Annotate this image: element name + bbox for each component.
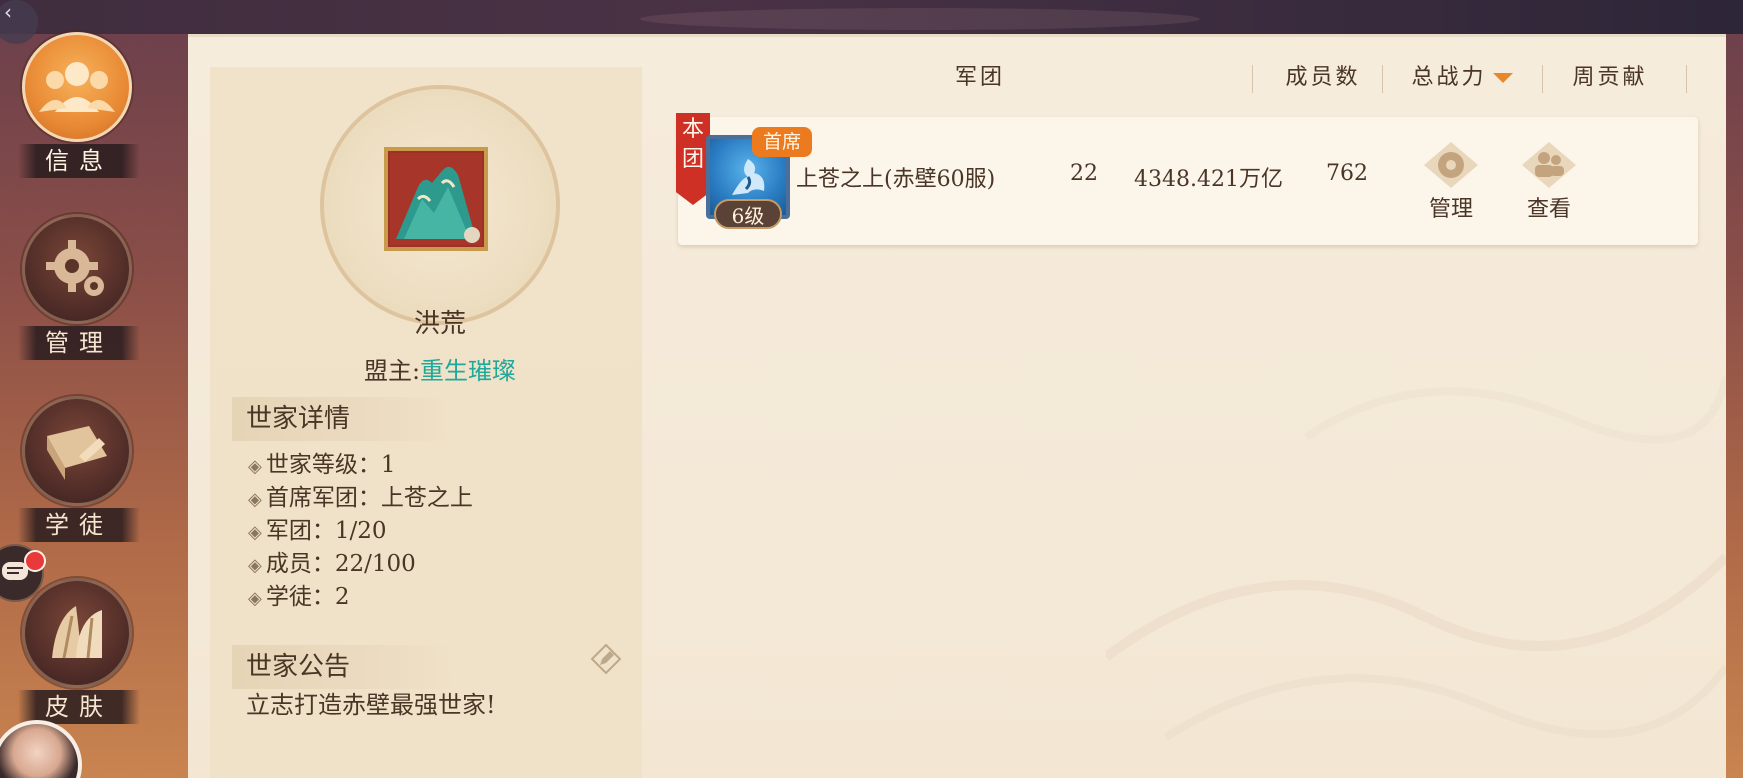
- legion-table-header: 军团 成员数 总战力 周贡献: [620, 57, 1720, 99]
- nav-label-skin: 皮肤: [18, 690, 140, 724]
- diamond-bullet-icon: ◈: [248, 555, 262, 576]
- members-icon: [22, 32, 132, 142]
- own-legion-tag: 本团: [676, 113, 710, 205]
- fan-icon: [22, 578, 132, 688]
- gear-icon: [1423, 141, 1479, 189]
- detail-legions: 军团：1/20: [265, 518, 387, 544]
- header-divider: [1686, 65, 1687, 93]
- detail-row: ◈ 军团：1/20: [248, 515, 608, 548]
- clan-name: 洪荒: [413, 309, 466, 339]
- legion-weekly: 762: [1326, 161, 1368, 186]
- diamond-bullet-icon: ◈: [248, 522, 262, 543]
- header-power-label: 总战力: [1411, 65, 1487, 90]
- nav-label-manage: 管理: [18, 326, 140, 360]
- detail-chief-legion: 首席军团：上苍之上: [265, 485, 473, 511]
- clan-info-panel: 洪荒 盟主:重生璀璨 世家详情 ◈ 世家等级：1 ◈ 首席军团：上苍之上 ◈ 军团：1…: [188, 34, 1726, 778]
- edit-notice-icon[interactable]: [588, 641, 624, 677]
- detail-members: 成员：22/100: [265, 551, 416, 577]
- table-row[interactable]: 本团 首席 6级 上苍之上(赤壁60服) 22 4348.421万亿 762 管…: [676, 113, 1698, 245]
- notice-text: 立志打造赤壁最强世家!: [246, 691, 496, 719]
- header-weekly[interactable]: 周贡献: [1550, 57, 1670, 99]
- view-legion-button[interactable]: 查看: [1514, 141, 1584, 222]
- details-list: ◈ 世家等级：1 ◈ 首席军团：上苍之上 ◈ 军团：1/20 ◈ 成员：22/100 ◈…: [248, 449, 608, 614]
- nav-item-skin[interactable]: 皮肤: [14, 578, 140, 728]
- view-label: 查看: [1526, 197, 1571, 222]
- leader-name[interactable]: 重生璀璨: [420, 357, 516, 385]
- detail-clan-level: 世家等级：1: [265, 452, 396, 478]
- header-divider: [1542, 65, 1543, 93]
- top-banner: [0, 0, 1743, 34]
- legion-level-badge: 6级: [714, 199, 782, 229]
- chief-badge: 首席: [752, 127, 812, 157]
- members-icon: [1521, 141, 1577, 189]
- legion-name: 上苍之上(赤壁60服): [796, 167, 996, 192]
- notice-section-title: 世家公告: [232, 645, 462, 689]
- nav-item-manage[interactable]: 管理: [14, 214, 140, 364]
- mountain-emblem-icon[interactable]: [384, 147, 488, 251]
- nav-item-apprentice[interactable]: 学徒: [14, 396, 140, 546]
- clan-detail-column: 洪荒 盟主:重生璀璨 世家详情 ◈ 世家等级：1 ◈ 首席军团：上苍之上 ◈ 军团：1…: [210, 67, 642, 778]
- clan-leader: 盟主:重生璀璨: [210, 351, 670, 386]
- details-section-title: 世家详情: [232, 397, 462, 441]
- cloud-pattern-decoration: [1106, 376, 1726, 741]
- header-divider: [1252, 65, 1253, 93]
- scroll-icon: [22, 396, 132, 506]
- legion-power: 4348.421万亿: [1134, 167, 1283, 192]
- diamond-bullet-icon: ◈: [248, 489, 262, 510]
- legion-members: 22: [1070, 161, 1098, 186]
- diamond-bullet-icon: ◈: [248, 588, 262, 609]
- sort-desc-icon: [1492, 73, 1513, 83]
- nav-label-apprentice: 学徒: [18, 508, 140, 542]
- leader-label: 盟主:: [363, 357, 421, 385]
- header-legion: 军团: [954, 65, 1005, 90]
- detail-apprentices: 学徒：2: [265, 584, 350, 610]
- notification-dot: [24, 550, 46, 572]
- detail-row: ◈ 世家等级：1: [248, 449, 608, 482]
- side-nav: 信息 管理 学徒 皮肤: [0, 30, 170, 778]
- nav-label-info: 信息: [18, 144, 140, 178]
- manage-legion-button[interactable]: 管理: [1416, 141, 1486, 222]
- player-avatar[interactable]: [0, 720, 82, 778]
- detail-row: ◈ 学徒：2: [248, 581, 608, 614]
- header-power[interactable]: 总战力: [1392, 57, 1532, 99]
- diamond-bullet-icon: ◈: [248, 456, 262, 477]
- header-divider: [1382, 65, 1383, 93]
- detail-row: ◈ 首席军团：上苍之上: [248, 482, 608, 515]
- detail-row: ◈ 成员：22/100: [248, 548, 608, 581]
- gear-icon: [22, 214, 132, 324]
- header-members[interactable]: 成员数: [1268, 57, 1378, 99]
- nav-item-info[interactable]: 信息: [14, 32, 140, 182]
- manage-label: 管理: [1428, 197, 1473, 222]
